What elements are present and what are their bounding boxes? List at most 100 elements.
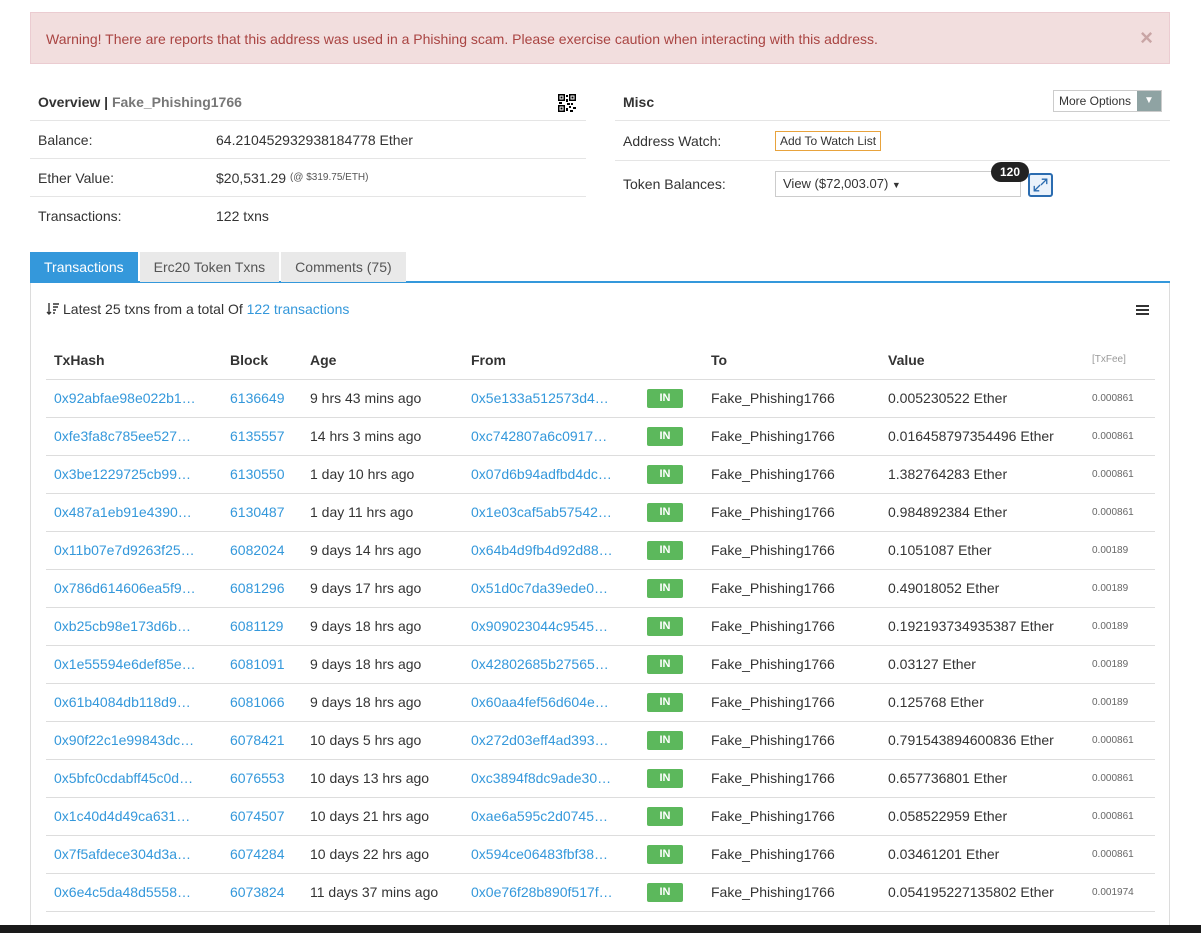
block-link[interactable]: 6130487 xyxy=(230,504,285,520)
address-watch-label: Address Watch: xyxy=(623,132,722,149)
block-link[interactable]: 6135557 xyxy=(230,428,285,444)
to-address-cell: Fake_Phishing1766 xyxy=(711,732,835,748)
block-link[interactable]: 6076553 xyxy=(230,770,285,786)
txhash-link[interactable]: 0x1c40d4d49ca631… xyxy=(54,808,190,824)
value-cell: 0.005230522 Ether xyxy=(888,390,1008,406)
age-cell: 9 days 18 hrs ago xyxy=(310,694,422,710)
txfee-cell-td: 0.000861 xyxy=(1084,797,1155,836)
to-address-cell-td: Fake_Phishing1766 xyxy=(703,721,880,760)
col-block: Block xyxy=(222,341,302,380)
block-link-td: 6130550 xyxy=(222,455,302,494)
txhash-link[interactable]: 0x1e55594e6def85e… xyxy=(54,656,196,672)
from-address-link[interactable]: 0xae6a595c2d0745… xyxy=(471,808,608,824)
block-link[interactable]: 6082024 xyxy=(230,542,285,558)
to-address-cell: Fake_Phishing1766 xyxy=(711,390,835,406)
from-address-link[interactable]: 0x51d0c7da39ede0… xyxy=(471,580,608,596)
direction-badge-td: IN xyxy=(639,645,703,684)
transactions-label: Transactions: xyxy=(38,208,122,224)
txhash-link[interactable]: 0x5bfc0cdabff45c0d… xyxy=(54,770,193,786)
from-address-link[interactable]: 0x5e133a512573d4… xyxy=(471,390,609,406)
to-address-cell-td: Fake_Phishing1766 xyxy=(703,569,880,608)
txhash-link-td: 0x3be1229725cb99… xyxy=(46,455,222,494)
table-row: 0x61b4084db118d9… 6081066 9 days 18 hrs ag… xyxy=(46,683,1155,722)
txhash-link-td: 0x786d614606ea5f9… xyxy=(46,569,222,608)
to-address-cell: Fake_Phishing1766 xyxy=(711,466,835,482)
direction-badge-td: IN xyxy=(639,835,703,874)
direction-badge: IN xyxy=(647,389,683,408)
txhash-link[interactable]: 0x6e4c5da48d5558… xyxy=(54,884,191,900)
hamburger-menu-icon[interactable] xyxy=(1136,305,1149,316)
age-cell-td: 9 days 18 hrs ago xyxy=(302,607,463,646)
add-to-watch-list-button[interactable]: Add To Watch List xyxy=(775,130,882,151)
more-options-button[interactable]: More Options ▼ xyxy=(1052,90,1162,112)
block-link[interactable]: 6130550 xyxy=(230,466,285,482)
value-cell: 0.03461201 Ether xyxy=(888,846,1000,862)
from-address-link[interactable]: 0x0e76f28b890f517f… xyxy=(471,884,613,900)
tab-comments[interactable]: Comments (75) xyxy=(281,252,406,282)
table-row: 0x786d614606ea5f9… 6081296 9 days 17 hrs a… xyxy=(46,569,1155,608)
bottom-bar xyxy=(0,925,1201,933)
token-balances-dropdown[interactable]: View ($72,003.07) ▼ xyxy=(775,171,1021,197)
txhash-link[interactable]: 0x92abfae98e022b1… xyxy=(54,390,196,406)
tab-erc20-token-txns[interactable]: Erc20 Token Txns xyxy=(139,252,280,282)
phishing-warning-alert: Warning! There are reports that this add… xyxy=(30,12,1170,64)
from-address-link[interactable]: 0x60aa4fef56d604e… xyxy=(471,694,609,710)
col-txfee[interactable]: [TxFee] xyxy=(1084,341,1155,380)
txhash-link[interactable]: 0xb25cb98e173d6b… xyxy=(54,618,191,634)
direction-badge-td: IN xyxy=(639,721,703,760)
from-address-link[interactable]: 0xc3894f8dc9ade30… xyxy=(471,770,611,786)
txfee-cell-td: 0.00189 xyxy=(1084,531,1155,570)
direction-badge-td: IN xyxy=(639,607,703,646)
from-address-link-td: 0x64b4d9fb4d92d88… xyxy=(463,531,639,570)
value-cell-td: 0.657736801 Ether xyxy=(880,759,1084,798)
txhash-link[interactable]: 0x11b07e7d9263f25… xyxy=(54,542,195,558)
block-link[interactable]: 6136649 xyxy=(230,390,285,406)
address-name-tag: Fake_Phishing1766 xyxy=(111,94,242,110)
from-address-link[interactable]: 0xc742807a6c0917… xyxy=(471,428,607,444)
block-link[interactable]: 6074507 xyxy=(230,808,285,824)
block-link[interactable]: 6081129 xyxy=(230,618,283,634)
value-cell-td: 0.054195227135802 Ether xyxy=(880,873,1084,912)
block-link[interactable]: 6081296 xyxy=(230,580,285,596)
direction-badge: IN xyxy=(647,693,683,712)
direction-badge-td: IN xyxy=(639,493,703,532)
txhash-link-td: 0x90f22c1e99843dc… xyxy=(46,721,222,760)
txhash-link[interactable]: 0x90f22c1e99843dc… xyxy=(54,732,194,748)
transactions-row: Transactions: 122 txns xyxy=(30,197,586,235)
block-link[interactable]: 6074284 xyxy=(230,846,285,862)
from-address-link-td: 0xae6a595c2d0745… xyxy=(463,797,639,836)
age-cell-td: 10 days 5 hrs ago xyxy=(302,721,463,760)
from-address-link[interactable]: 0x42802685b27565… xyxy=(471,656,609,672)
txhash-link[interactable]: 0x7f5afdece304d3a… xyxy=(54,846,191,862)
from-address-link[interactable]: 0x07d6b94adfbd4dc… xyxy=(471,466,612,482)
from-address-link[interactable]: 0x1e03caf5ab57542… xyxy=(471,504,612,520)
txhash-link[interactable]: 0xfe3fa8c785ee527… xyxy=(54,428,191,444)
age-cell: 11 days 37 mins ago xyxy=(310,884,439,900)
qr-code-icon[interactable] xyxy=(558,94,576,112)
direction-badge-td: IN xyxy=(639,797,703,836)
from-address-link-td: 0x42802685b27565… xyxy=(463,645,639,684)
txhash-link[interactable]: 0x61b4084db118d9… xyxy=(54,694,191,710)
close-icon[interactable]: × xyxy=(1140,27,1153,49)
block-link[interactable]: 6078421 xyxy=(230,732,285,748)
from-address-link[interactable]: 0x594ce06483fbf38… xyxy=(471,846,608,862)
block-link[interactable]: 6073824 xyxy=(230,884,285,900)
block-link[interactable]: 6081066 xyxy=(230,694,285,710)
txhash-link[interactable]: 0x487a1eb91e4390… xyxy=(54,504,192,520)
age-cell: 10 days 21 hrs ago xyxy=(310,808,430,824)
block-link[interactable]: 6081091 xyxy=(230,656,285,672)
tab-transactions[interactable]: Transactions xyxy=(30,252,138,282)
from-address-link[interactable]: 0x64b4d9fb4d92d88… xyxy=(471,542,613,558)
total-transactions-link[interactable]: 122 transactions xyxy=(247,301,350,317)
txhash-link[interactable]: 0x786d614606ea5f9… xyxy=(54,580,196,596)
block-link-td: 6081129 xyxy=(222,607,302,646)
to-address-cell-td: Fake_Phishing1766 xyxy=(703,531,880,570)
from-address-link[interactable]: 0x272d03eff4ad393… xyxy=(471,732,609,748)
value-cell-td: 0.125768 Ether xyxy=(880,683,1084,722)
expand-icon[interactable] xyxy=(1028,173,1053,197)
age-cell-td: 9 days 14 hrs ago xyxy=(302,531,463,570)
value-cell: 0.984892384 Ether xyxy=(888,504,1008,520)
from-address-link[interactable]: 0x909023044c9545… xyxy=(471,618,608,634)
txhash-link[interactable]: 0x3be1229725cb99… xyxy=(54,466,191,482)
value-cell: 0.657736801 Ether xyxy=(888,770,1008,786)
